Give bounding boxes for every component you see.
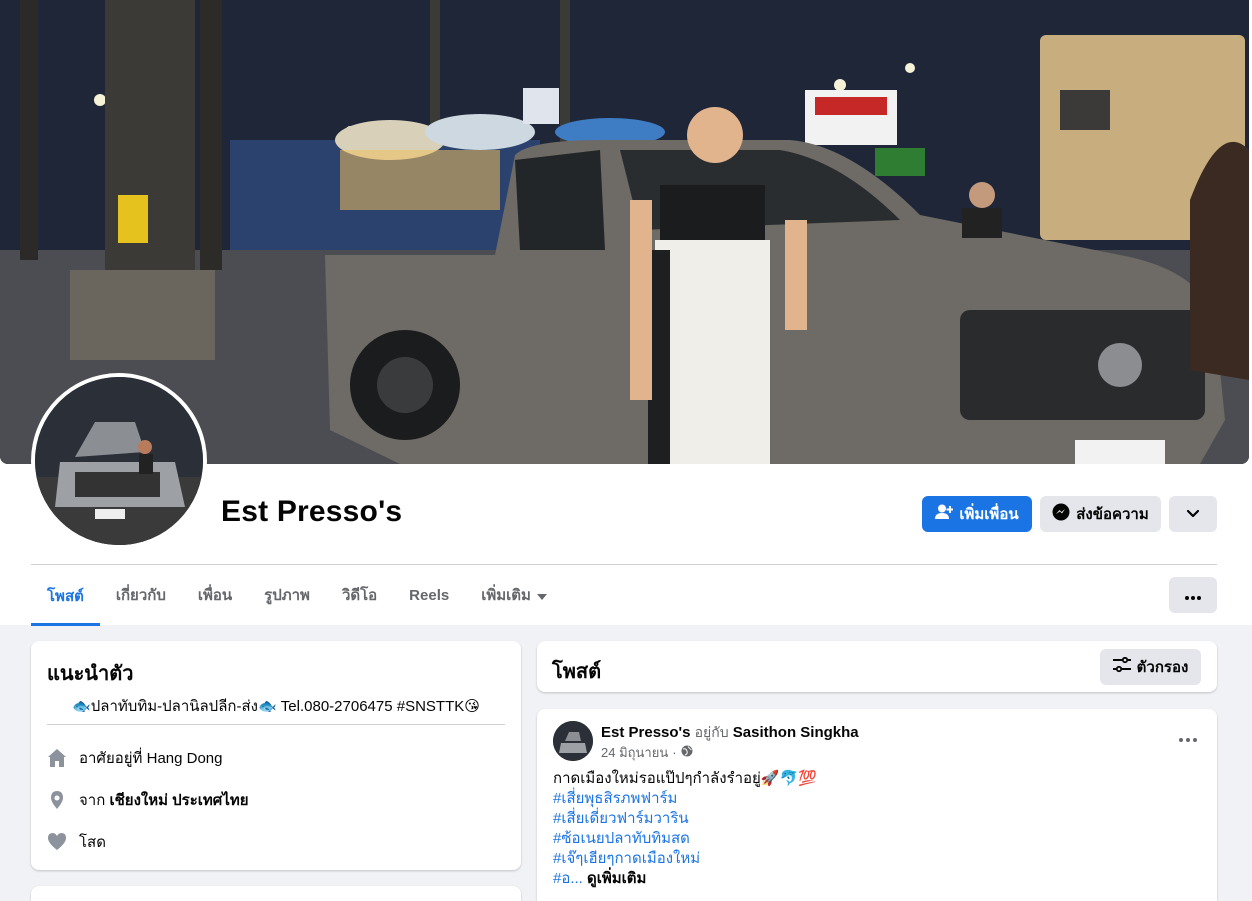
profile-tabs: โพสต์ เกี่ยวกับ เพื่อน รูปภาพ วิดีโอ Ree… bbox=[31, 566, 563, 626]
filter-button[interactable]: ตัวกรอง bbox=[1100, 649, 1201, 685]
heart-icon bbox=[47, 832, 67, 852]
add-friend-button[interactable]: เพิ่มเพื่อน bbox=[922, 496, 1032, 532]
post-hashtag-truncated[interactable]: #อ... bbox=[553, 870, 583, 887]
tab-posts[interactable]: โพสต์ bbox=[31, 566, 100, 626]
post-text: กาดเมืองใหม่รอแป๊ปๆกำลังรำอยู่🚀🐬💯 bbox=[553, 770, 817, 787]
home-icon bbox=[47, 748, 67, 768]
message-button[interactable]: ส่งข้อความ bbox=[1040, 496, 1161, 532]
post-tagged-user[interactable]: Sasithon Singkha bbox=[733, 724, 859, 741]
tab-videos[interactable]: วิดีโอ bbox=[326, 566, 393, 624]
post-hashtag[interactable]: #เจ๊ๆเฮียๆกาดเมืองใหม่ bbox=[553, 849, 817, 869]
filter-label: ตัวกรอง bbox=[1136, 659, 1189, 676]
from-place[interactable]: เชียงใหม่ ประเทศไทย bbox=[109, 792, 248, 809]
intro-divider bbox=[47, 724, 505, 725]
post-author-name[interactable]: Est Presso's bbox=[601, 724, 690, 741]
post-body: กาดเมืองใหม่รอแป๊ปๆกำลังรำอยู่🚀🐬💯 #เสี่ย… bbox=[553, 769, 817, 889]
post-hashtag[interactable]: #เสี่ยพุธสิรภพฟาร์ม bbox=[553, 789, 817, 809]
post-hashtag[interactable]: #เสี่ยเดี่ยวฟาร์มวาริน bbox=[553, 809, 817, 829]
intro-bio: 🐟ปลาทับทิม-ปลานิลปลีก-ส่ง🐟 Tel.080-27064… bbox=[72, 698, 480, 715]
intro-relationship: โสด bbox=[47, 830, 106, 854]
cover-photo[interactable] bbox=[0, 0, 1249, 464]
profile-avatar[interactable] bbox=[31, 373, 207, 549]
add-friend-label: เพิ่มเพื่อน bbox=[959, 506, 1019, 523]
intro-card: แนะนำตัว 🐟ปลาทับทิม-ปลานิลปลีก-ส่ง🐟 Tel.… bbox=[31, 641, 521, 870]
separator-dot: · bbox=[672, 745, 677, 760]
post-author-avatar[interactable] bbox=[553, 721, 593, 761]
post-author-line: Est Presso's อยู่กับ Sasithon Singkha bbox=[601, 722, 859, 744]
tab-reels[interactable]: Reels bbox=[393, 566, 465, 624]
header-divider bbox=[31, 564, 1217, 565]
profile-options-dropdown[interactable] bbox=[1169, 496, 1217, 532]
photos-card bbox=[31, 886, 521, 901]
post-card: Est Presso's อยู่กับ Sasithon Singkha 24… bbox=[537, 709, 1217, 901]
post-meta: 24 มิถุนายน · bbox=[601, 742, 693, 763]
more-icon bbox=[1179, 729, 1197, 746]
lives-prefix: อาศัยอยู่ที่ bbox=[79, 750, 143, 767]
intro-from: จาก เชียงใหม่ ประเทศไทย bbox=[47, 788, 249, 812]
tab-more[interactable]: เพิ่มเติม bbox=[465, 566, 563, 624]
profile-name: Est Presso's bbox=[221, 495, 403, 528]
relationship-status: โสด bbox=[79, 834, 106, 851]
posts-header-card: โพสต์ ตัวกรอง bbox=[537, 641, 1217, 692]
tab-label: เพื่อน bbox=[197, 587, 233, 604]
post-date[interactable]: 24 มิถุนายน bbox=[601, 742, 668, 763]
tab-friends[interactable]: เพื่อน bbox=[182, 566, 248, 624]
tab-label: เกี่ยวกับ bbox=[115, 587, 166, 604]
from-prefix: จาก bbox=[79, 792, 106, 809]
post-options-button[interactable] bbox=[1179, 729, 1197, 747]
tab-photos[interactable]: รูปภาพ bbox=[248, 566, 326, 624]
profile-header: Est Presso's เพิ่มเพื่อน ส่งข้อความ โพสต… bbox=[0, 0, 1252, 626]
lives-place[interactable]: Hang Dong bbox=[147, 750, 223, 767]
post-with-text: อยู่กับ bbox=[694, 724, 729, 740]
message-label: ส่งข้อความ bbox=[1076, 506, 1149, 523]
tab-label: วิดีโอ bbox=[341, 587, 378, 604]
post-hashtag[interactable]: #ซ้อเนยปลาทับทิมสด bbox=[553, 829, 817, 849]
intro-lives-in: อาศัยอยู่ที่ Hang Dong bbox=[47, 746, 223, 770]
posts-title: โพสต์ bbox=[552, 661, 602, 683]
see-more-link[interactable]: ดูเพิ่มเติม bbox=[587, 870, 646, 887]
caret-down-icon bbox=[536, 587, 547, 604]
messenger-icon bbox=[1052, 503, 1070, 525]
more-options-button[interactable] bbox=[1169, 577, 1217, 613]
location-icon bbox=[47, 790, 67, 810]
globe-icon bbox=[681, 745, 693, 760]
tab-label: Reels bbox=[409, 586, 450, 604]
tab-about[interactable]: เกี่ยวกับ bbox=[100, 566, 182, 624]
chevron-down-icon bbox=[1186, 506, 1200, 523]
intro-title: แนะนำตัว bbox=[47, 663, 134, 685]
tab-label: เพิ่มเติม bbox=[481, 587, 531, 604]
tab-label: รูปภาพ bbox=[264, 587, 310, 604]
filter-icon bbox=[1112, 656, 1131, 677]
more-icon bbox=[1185, 587, 1201, 604]
tab-label: โพสต์ bbox=[47, 588, 84, 605]
add-friend-icon bbox=[935, 504, 954, 524]
